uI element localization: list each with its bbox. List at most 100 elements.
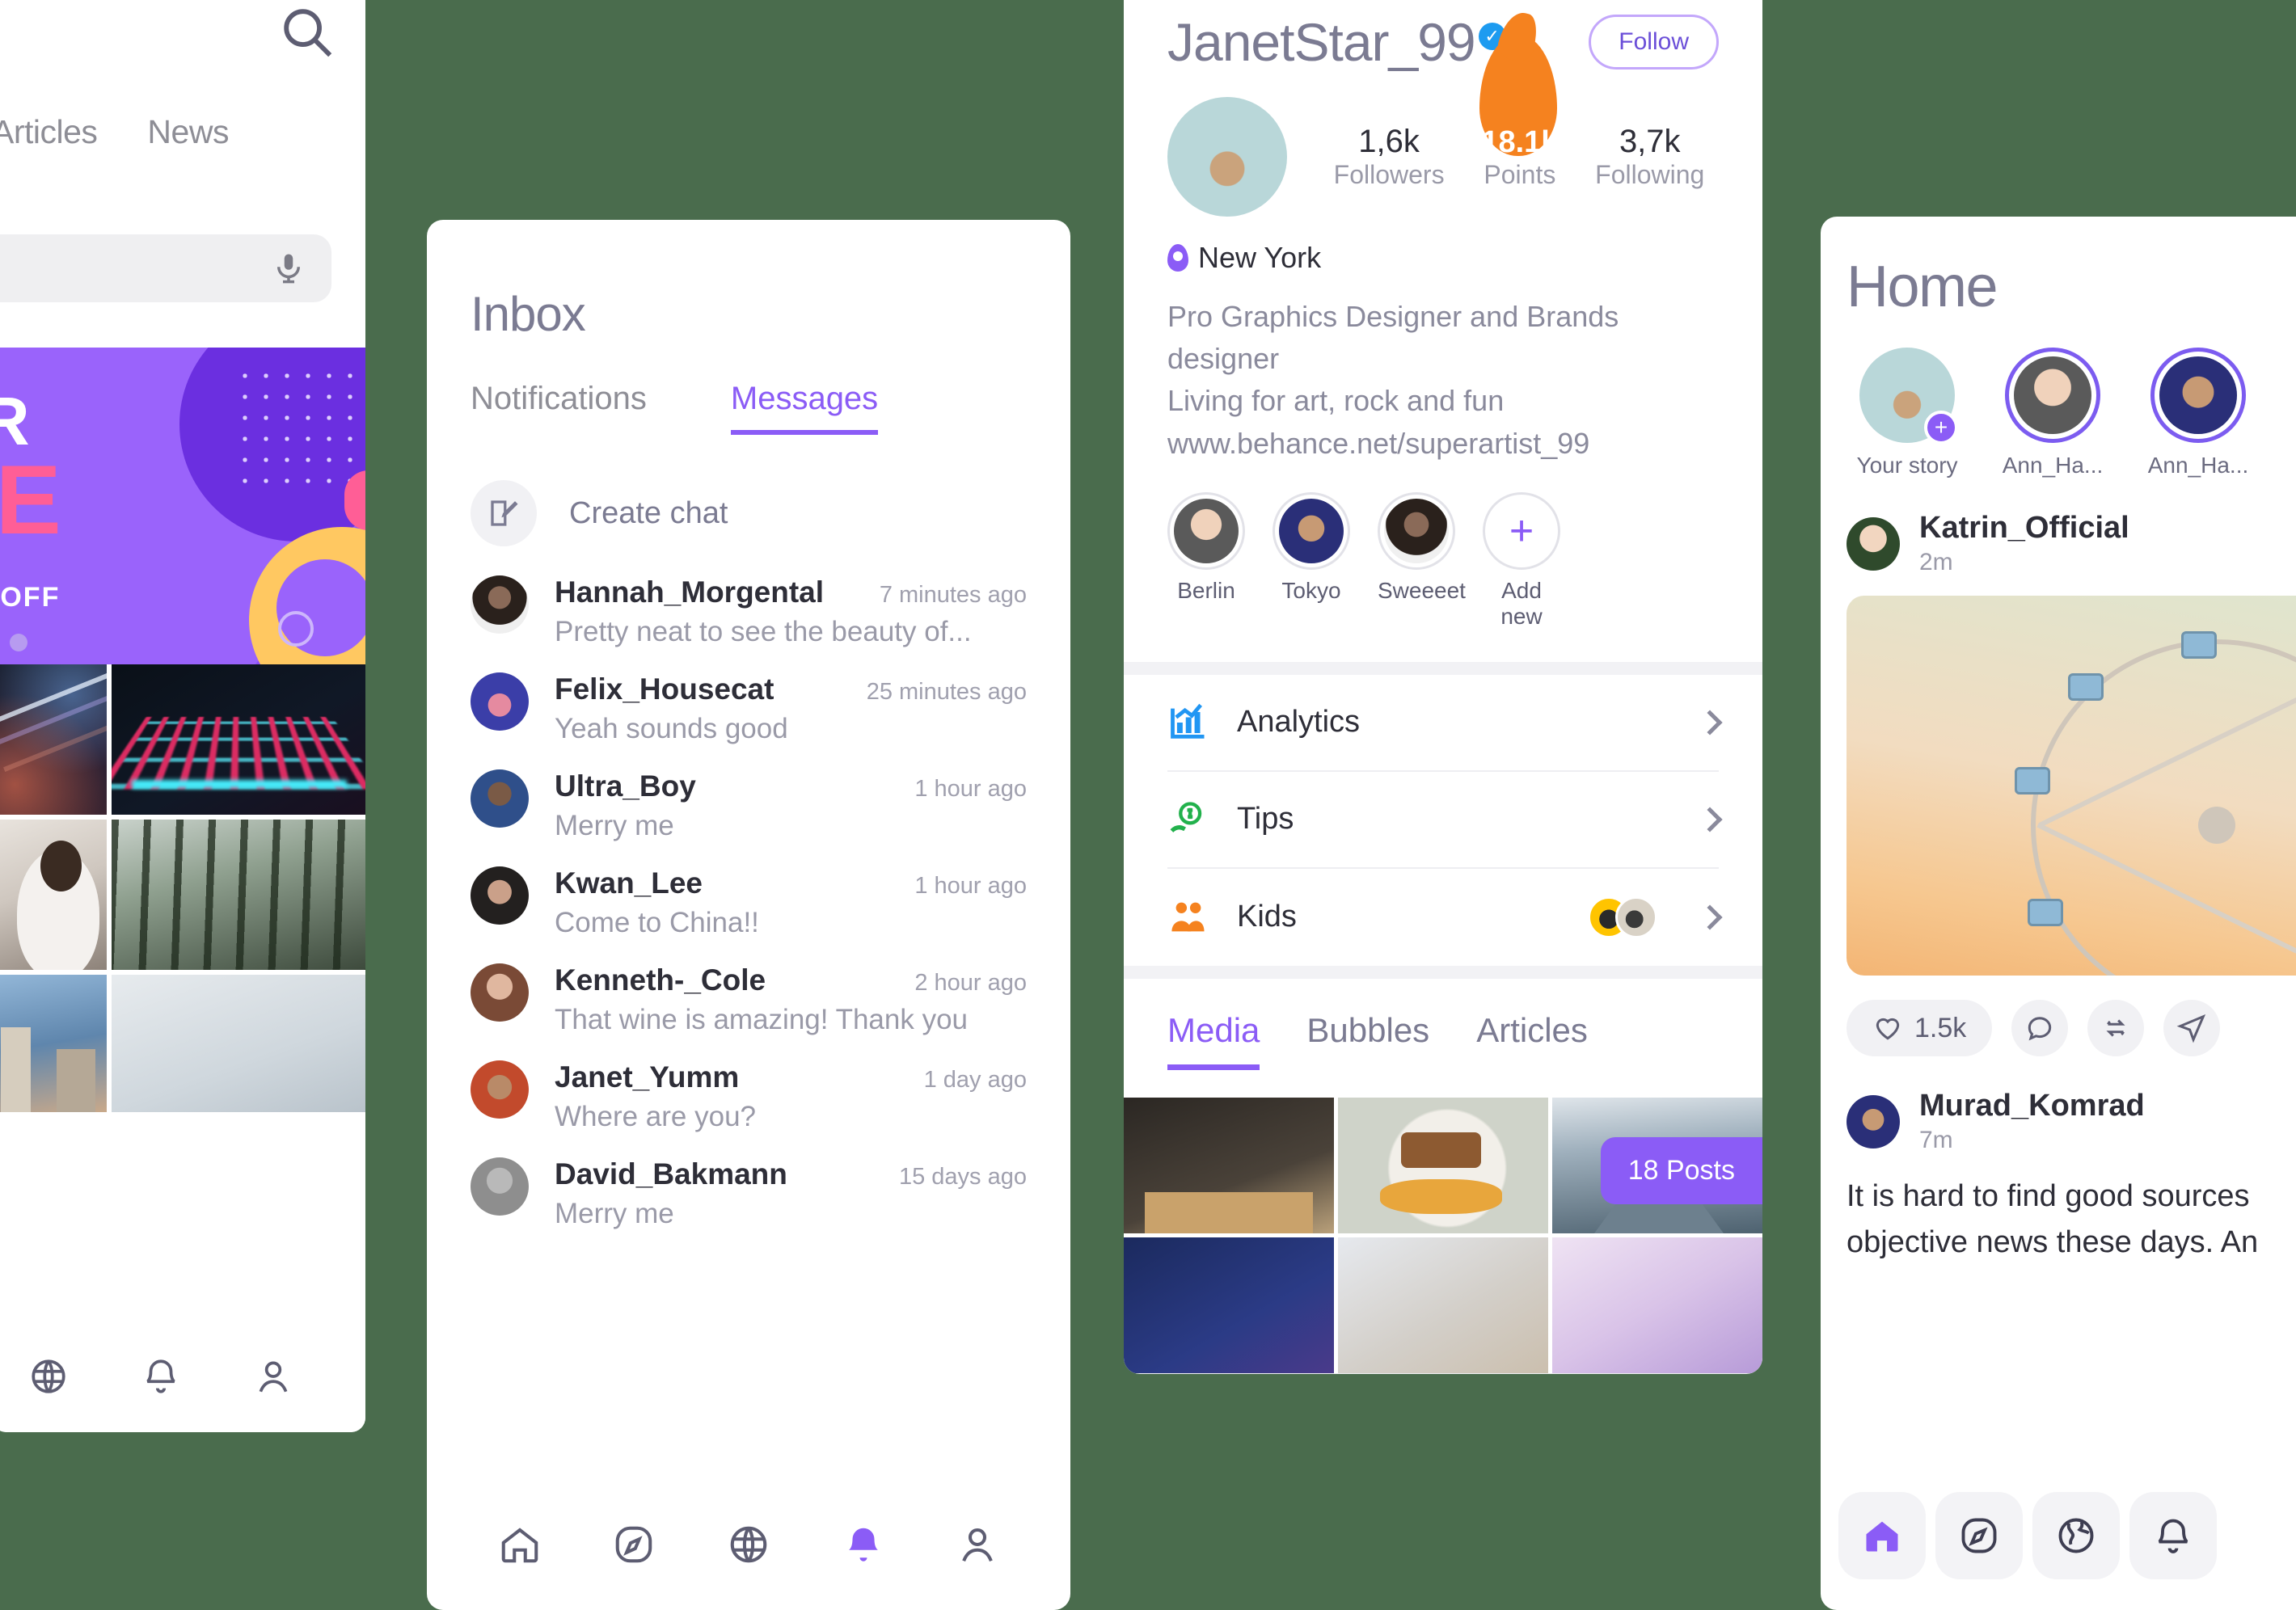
media-thumb[interactable] (1124, 1097, 1334, 1233)
story-item[interactable]: Ann_Ha... (2138, 348, 2259, 478)
tab-articles[interactable]: Articles (1476, 1011, 1588, 1070)
post-author[interactable]: Katrin_Official (1919, 511, 2129, 546)
profile-icon[interactable] (956, 1523, 999, 1566)
list-item[interactable]: Ultra_Boy 1 hour ago Merry me (471, 769, 1027, 842)
stat-followers[interactable]: 1,6k Followers (1334, 124, 1445, 190)
globe-icon[interactable] (727, 1523, 770, 1566)
stat-value: 18.1k (1481, 125, 1559, 159)
banner-line-2: LE (0, 444, 63, 554)
bio-website[interactable]: www.behance.net/superartist_99 (1167, 423, 1719, 465)
nav-globe[interactable] (2032, 1492, 2120, 1579)
post-image[interactable] (1847, 596, 2296, 976)
stat-following[interactable]: 3,7k Following (1595, 124, 1704, 190)
grid-tile[interactable] (0, 975, 107, 1112)
media-thumb[interactable] (1124, 1237, 1334, 1373)
bio-line-1: Pro Graphics Designer and Brands designe… (1167, 300, 1619, 376)
repost-button[interactable] (2087, 1000, 2145, 1056)
grid-tile[interactable] (112, 975, 365, 1112)
add-highlight-button[interactable]: + Add new (1483, 491, 1560, 630)
banner-text: ER LE % OFF (0, 387, 63, 622)
media-thumb[interactable] (1338, 1097, 1548, 1233)
highlight-thumb (1174, 498, 1239, 563)
profile-icon[interactable] (253, 1356, 293, 1397)
story-your-story[interactable]: + Your story (1847, 348, 1968, 478)
highlight-label: Tokyo (1281, 577, 1341, 603)
message-preview: Merry me (555, 810, 674, 841)
post-author[interactable]: Murad_Komrad (1919, 1089, 2145, 1123)
grid-tile[interactable] (112, 820, 365, 970)
compass-icon (1961, 1518, 1997, 1553)
menu-item-analytics[interactable]: Analytics (1167, 675, 1723, 772)
message-sender: Hannah_Morgental (555, 575, 825, 609)
menu-item-label: Analytics (1237, 705, 1361, 740)
globe-icon[interactable] (28, 1356, 69, 1397)
create-chat-label: Create chat (569, 495, 728, 530)
plus-icon: + (1509, 507, 1534, 554)
list-item[interactable]: Kenneth-_Cole 2 hour ago That wine is am… (471, 963, 1027, 1036)
tab-news[interactable]: News (147, 113, 229, 151)
media-thumb[interactable] (1338, 1237, 1548, 1373)
stat-label: Followers (1333, 160, 1445, 189)
comment-button[interactable] (2011, 1000, 2069, 1056)
bell-icon[interactable] (842, 1523, 885, 1566)
profile-menu: Analytics Tips Kids (1124, 674, 1762, 966)
menu-item-tips[interactable]: Tips (1167, 772, 1723, 869)
microphone-icon[interactable] (272, 249, 306, 288)
banner-off-label: OFF (0, 582, 61, 613)
grid-tile[interactable] (0, 664, 107, 815)
media-thumb[interactable] (1552, 1237, 1762, 1373)
tab-messages[interactable]: Messages (730, 381, 879, 435)
list-item[interactable]: Kwan_Lee 1 hour ago Come to China!! (471, 866, 1027, 939)
page-title: Home (1847, 255, 1998, 319)
share-button[interactable] (2163, 1000, 2221, 1056)
home-icon[interactable] (498, 1523, 542, 1566)
grid-tile[interactable] (112, 664, 365, 815)
nav-home[interactable] (1838, 1492, 1926, 1579)
media-thumb[interactable]: 18 Posts (1552, 1097, 1762, 1233)
search-input[interactable] (0, 234, 331, 302)
highlight-sweeeet[interactable]: Sweeeet (1378, 491, 1466, 630)
chevron-right-icon (1697, 710, 1723, 735)
avatar[interactable] (1167, 97, 1287, 217)
nav-notifications[interactable] (2129, 1492, 2217, 1579)
tab-bubbles[interactable]: Bubbles (1306, 1011, 1429, 1070)
stat-value: 1,6k (1358, 124, 1420, 159)
stories-row: + Your story Ann_Ha... Ann_Ha... (1847, 348, 2296, 478)
story-label: Ann_Ha... (2147, 453, 2249, 478)
profile-stats-row: 1,6k Followers 18.1k Points 3,7k Followi… (1167, 35, 1719, 217)
message-preview: Merry me (555, 1198, 674, 1229)
stat-points[interactable]: 18.1k Points (1473, 35, 1567, 190)
tab-articles[interactable]: Articles (0, 113, 98, 151)
highlight-label: Add new (1500, 577, 1543, 629)
story-item[interactable]: Ann_Ha... (1992, 348, 2113, 478)
repost-icon (2106, 1019, 2125, 1037)
follow-button[interactable]: Follow (1589, 15, 1719, 70)
like-button[interactable]: 1.5k (1847, 1000, 1993, 1056)
avatar[interactable] (1847, 516, 1900, 571)
stat-label: Following (1595, 160, 1705, 189)
create-chat-button[interactable]: Create chat (471, 480, 1027, 546)
menu-item-kids[interactable]: Kids (1167, 869, 1723, 966)
highlight-berlin[interactable]: Berlin (1167, 491, 1245, 630)
highlight-thumb (1384, 498, 1449, 563)
message-preview: Pretty neat to see the beauty of... (555, 616, 972, 647)
compass-icon[interactable] (612, 1523, 656, 1566)
tab-media[interactable]: Media (1167, 1011, 1260, 1070)
nav-explore[interactable] (1935, 1492, 2023, 1579)
sale-banner[interactable]: ER LE % OFF (0, 348, 365, 664)
profile-content-section: Media Bubbles Articles 18 Posts (1124, 978, 1762, 1373)
message-sender: Kenneth-_Cole (555, 963, 766, 997)
grid-tile[interactable] (0, 820, 107, 970)
highlight-tokyo[interactable]: Tokyo (1273, 491, 1350, 630)
list-item[interactable]: Felix_Housecat 25 minutes ago Yeah sound… (471, 672, 1027, 745)
list-item[interactable]: Hannah_Morgental 7 minutes ago Pretty ne… (471, 575, 1027, 648)
tab-notifications[interactable]: Notifications (471, 381, 647, 435)
story-thumb (2014, 356, 2091, 434)
stat-label: Points (1484, 160, 1556, 189)
avatar[interactable] (1847, 1094, 1900, 1148)
search-icon[interactable] (278, 3, 335, 60)
list-item[interactable]: David_Bakmann 15 days ago Merry me (471, 1157, 1027, 1230)
add-story-icon[interactable]: + (1924, 411, 1958, 445)
bell-icon[interactable] (141, 1356, 181, 1397)
list-item[interactable]: Janet_Yumm 1 day ago Where are you? (471, 1060, 1027, 1133)
